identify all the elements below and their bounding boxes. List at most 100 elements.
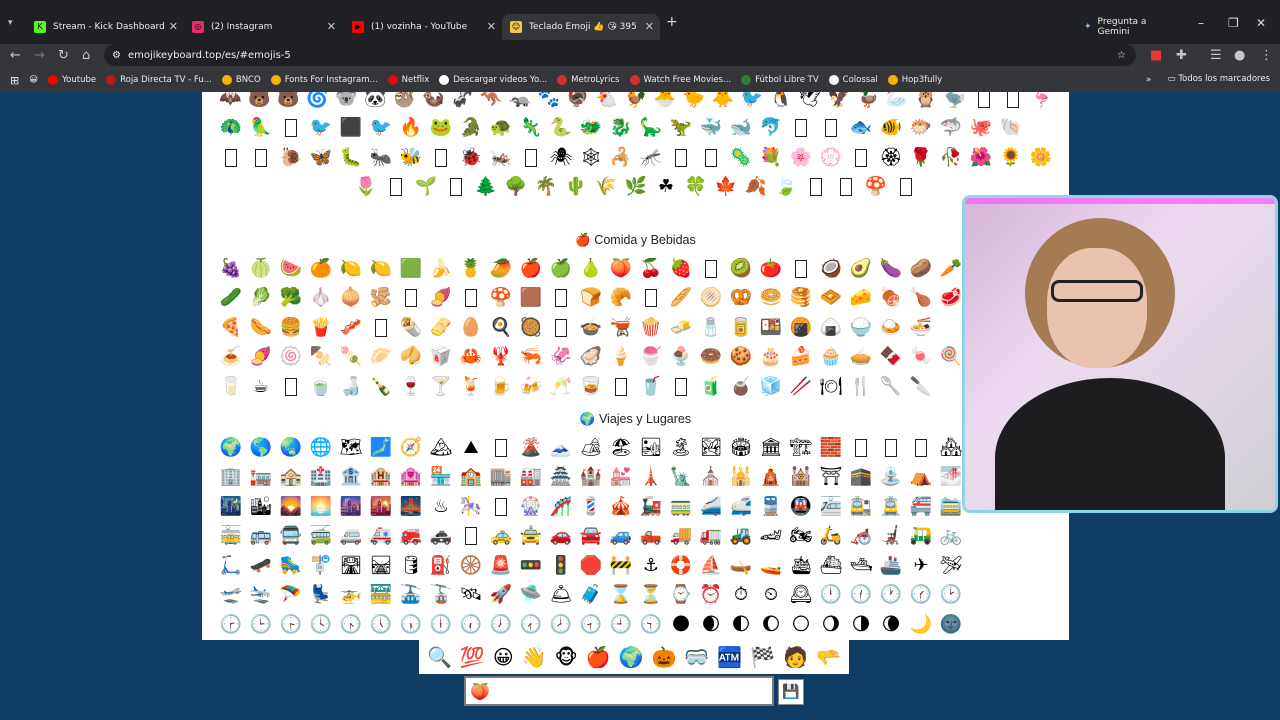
all-bookmarks[interactable]: ▭ Todos los marcadores [1168,74,1270,84]
emoji-button[interactable]: 🥭 [486,254,516,284]
emoji-button[interactable]: 🦐 [516,343,546,373]
emoji-button[interactable]: 🐻 [274,92,303,114]
emoji-button[interactable]: 🦇 [216,92,245,114]
emoji-button[interactable]: ⛽ [426,551,456,581]
emoji-button[interactable]: 🕛 [816,581,846,611]
emoji-button[interactable]: 🥑 [846,254,876,284]
emoji-button[interactable]: 🛳 [786,551,816,581]
emoji-button[interactable]: 🌀 [303,92,332,114]
emoji-button[interactable]: 🍎 [516,254,546,284]
emoji-button[interactable]: 🍄 [486,284,516,314]
emoji-button[interactable]: 🛴 [216,551,246,581]
emoji-button[interactable]: 🚃 [666,492,696,522]
emoji-button[interactable]: 🕢 [516,610,546,640]
emoji-button[interactable]: 🌅 [306,492,336,522]
emoji-button[interactable]: ⛴ [816,551,846,581]
emoji-button[interactable]: 🧱 [816,433,846,463]
emoji-button[interactable]: 🌼 [1026,143,1056,173]
emoji-button[interactable]: 🕝 [216,610,246,640]
emoji-button[interactable]: 🚌 [246,522,276,552]
emoji-button[interactable]: 🍑 [606,254,636,284]
emoji-button[interactable]: 🚗 [546,522,576,552]
emoji-button[interactable]: ✈ [906,551,936,581]
emoji-button[interactable]: 🚦 [546,551,576,581]
emoji-button[interactable]: 🐝 [396,143,426,173]
emoji-button[interactable]: 🕰 [786,581,816,611]
emoji-button[interactable]: 🚛 [696,522,726,552]
emoji-button[interactable]: 🥬 [246,284,276,314]
emoji-button[interactable]: 🏎 [756,522,786,552]
emoji-button[interactable]: 🍦 [606,343,636,373]
emoji-button[interactable]: 🚓 [426,522,456,552]
emoji-button[interactable]: 🏪 [426,463,456,493]
emoji-button[interactable]: 🕣 [576,610,606,640]
emoji-button[interactable]: 🍋 [366,254,396,284]
emoji-button[interactable]: 🚈 [816,492,846,522]
emoji-button[interactable]: 🍌 [426,254,456,284]
category-tab-10[interactable]: 🏧 [717,645,742,669]
emoji-button[interactable]: 🚀 [486,581,516,611]
emoji-button[interactable]: 🦘 [477,92,506,114]
emoji-button[interactable]: 🍉 [276,254,306,284]
emoji-button[interactable]: 🥄 [876,372,906,402]
emoji-button[interactable]: 🐣 [651,92,680,114]
emoji-button[interactable]: 🌏 [276,433,306,463]
emoji-button[interactable]: 🍀 [681,173,711,203]
emoji-button[interactable]: 🦥 [390,92,419,114]
emoji-button[interactable]: 🏩 [396,463,426,493]
emoji-button[interactable] [441,173,471,203]
emoji-button[interactable] [786,114,816,144]
category-tab-2[interactable]: 💯 [460,645,485,669]
emoji-button[interactable]: 🧳 [576,581,606,611]
emoji-button[interactable]: 🦦 [419,92,448,114]
new-tab-button[interactable]: + [666,14,678,30]
emoji-button[interactable]: 🟫 [516,284,546,314]
emoji-button[interactable]: 🦽 [846,522,876,552]
emoji-button[interactable]: 🏍 [786,522,816,552]
emoji-button[interactable]: 🔥 [396,114,426,144]
emoji-button[interactable]: 🦈 [936,114,966,144]
emoji-button[interactable]: 🗽 [666,463,696,493]
emoji-button[interactable]: 🐼 [361,92,390,114]
tab-4[interactable]: ☺ Teclado Emoji 👍 😘 395 ✕ [502,14,660,40]
emoji-button[interactable] [366,313,396,343]
emoji-button[interactable]: 🚇 [786,492,816,522]
emoji-button[interactable]: 🕸 [576,143,606,173]
emoji-button[interactable]: 🥂 [546,372,576,402]
emoji-button[interactable]: 🚒 [396,522,426,552]
emoji-button[interactable]: 🍒 [636,254,666,284]
emoji-button[interactable]: 🦖 [666,114,696,144]
emoji-button[interactable]: 🏢 [216,463,246,493]
emoji-button[interactable]: 🦪 [576,343,606,373]
emoji-button[interactable]: ⛰ [456,433,486,463]
emoji-button[interactable]: 🦆 [853,92,882,114]
emoji-button[interactable] [276,114,306,144]
emoji-button[interactable]: 🫚 [366,284,396,314]
emoji-button[interactable]: 🐳 [696,114,726,144]
emoji-button[interactable]: 🏕 [576,433,606,463]
emoji-button[interactable]: 🐤 [680,92,709,114]
emoji-button[interactable]: 🍥 [276,343,306,373]
emoji-button[interactable]: 🏨 [366,463,396,493]
emoji-button[interactable]: 🌋 [516,433,546,463]
emoji-button[interactable]: 🚐 [336,522,366,552]
emoji-button[interactable]: 🥢 [786,372,816,402]
emoji-button[interactable]: 🕗 [546,610,576,640]
emoji-button[interactable]: 🕔 [366,610,396,640]
emoji-button[interactable]: 🗻 [546,433,576,463]
emoji-button[interactable]: 🛬 [246,581,276,611]
emoji-button[interactable] [276,372,306,402]
chevron-more-icon[interactable]: » [1146,75,1151,85]
emoji-button[interactable]: 🚟 [366,581,396,611]
emoji-button[interactable]: 🥥 [816,254,846,284]
emoji-button[interactable]: 🌚 [936,610,966,640]
emoji-button[interactable]: 🏤 [276,463,306,493]
emoji-button[interactable]: 🏵 [876,143,906,173]
emoji-button[interactable]: 🧭 [396,433,426,463]
emoji-button[interactable]: 🚑 [366,522,396,552]
category-tab-12[interactable]: 🧑 [783,645,808,669]
category-tab-9[interactable]: 🥽 [684,645,709,669]
emoji-button[interactable]: 🕘 [606,610,636,640]
emoji-button[interactable]: 🥠 [396,343,426,373]
emoji-button[interactable]: 🐍 [546,114,576,144]
